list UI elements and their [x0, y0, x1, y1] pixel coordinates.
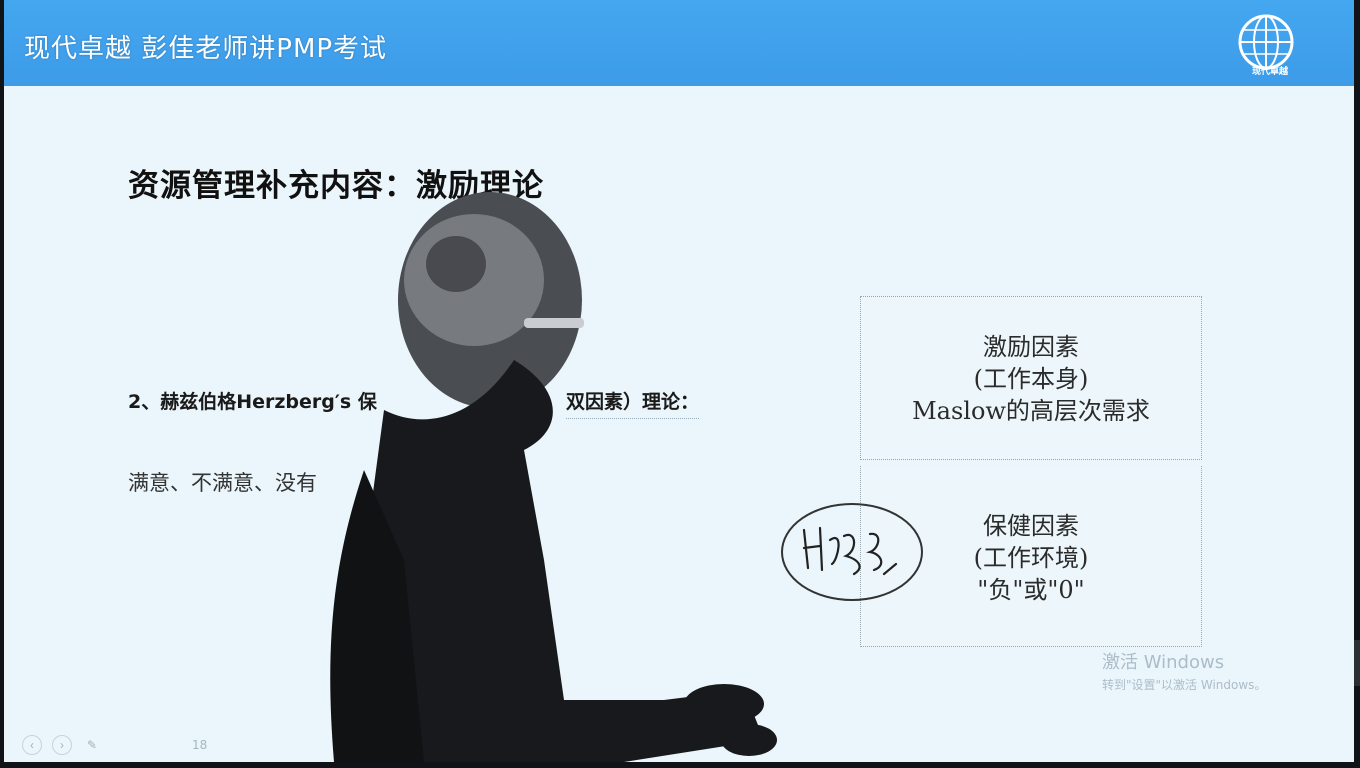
slide-title: 资源管理补充内容：激励理论 — [128, 168, 544, 204]
slideshow-screen: 现代卓越 彭佳老师讲PMP考试 现代卓越 资源管理补充内容：激励理论 2、赫兹伯… — [4, 0, 1354, 762]
handwritten-annotation — [781, 503, 923, 601]
motivators-subtitle: (工作本身) — [973, 365, 1089, 393]
page-number: 18 — [192, 738, 208, 752]
screen-edge-tab — [1354, 640, 1360, 686]
theory-heading-tail: 双因素）理论： — [566, 387, 700, 419]
motivators-note: Maslow的高层次需求 — [912, 397, 1150, 425]
watermark-title: 激活 Windows — [1102, 652, 1225, 673]
logo-caption: 现代卓越 — [1251, 67, 1288, 77]
prev-slide-button[interactable]: ‹ — [22, 735, 42, 755]
prev-icon: ‹ — [30, 738, 34, 752]
header-bar: 现代卓越 彭佳老师讲PMP考试 现代卓越 — [4, 0, 1354, 86]
next-icon: › — [60, 738, 64, 752]
motivators-box: 激励因素 (工作本身) Maslow的高层次需求 — [860, 296, 1202, 460]
header-title: 现代卓越 彭佳老师讲PMP考试 — [24, 34, 388, 64]
activation-watermark: 激活 Windows 转到"设置"以激活 Windows。 — [1102, 648, 1266, 693]
theory-heading: 2、赫兹伯格Herzberg′s 保 — [128, 391, 377, 413]
slideshow-toolbar: ‹ › ✎ 18 — [22, 734, 207, 756]
satisfaction-text: 满意、不满意、没有 — [128, 471, 317, 495]
pen-tool-button[interactable]: ✎ — [82, 735, 102, 755]
motivators-title: 激励因素 — [983, 333, 1079, 361]
watermark-subtitle: 转到"设置"以激活 Windows。 — [1102, 678, 1267, 692]
pen-icon: ✎ — [86, 738, 98, 752]
next-slide-button[interactable]: › — [52, 735, 72, 755]
